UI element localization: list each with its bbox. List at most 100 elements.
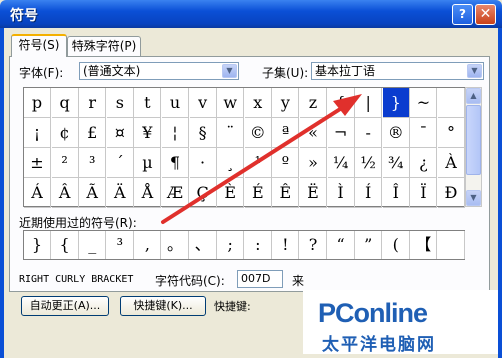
symbol-cell[interactable]: ¦ — [162, 118, 189, 148]
title-bar[interactable] — [0, 0, 502, 28]
symbol-cell[interactable]: Ì — [327, 178, 355, 208]
symbol-cell[interactable]: Á — [24, 178, 51, 208]
symbol-cell[interactable]: y — [272, 88, 300, 118]
recent-symbol-cell[interactable]: : — [245, 231, 272, 259]
chevron-down-icon[interactable]: ▼ — [222, 64, 237, 78]
symbol-cell[interactable]: ¼ — [327, 148, 355, 178]
recent-symbol-cell[interactable]: ? — [300, 231, 327, 259]
font-select[interactable]: (普通文本) ▼ — [79, 62, 239, 80]
symbol-cell[interactable]: ½ — [355, 148, 383, 178]
symbol-cell[interactable]: x — [244, 88, 272, 118]
symbol-cell[interactable]: À — [438, 148, 465, 178]
symbol-grid[interactable]: p q r s t u v w x y z{|} ~ ¡ ¢ £ ¤ ¥ ¦ § ¨ © ª «¬ - ® ¯ ° ± ² ³ ´ µ ¶ · ¸ ¹… — [23, 87, 465, 208]
chevron-down-icon[interactable]: ▼ — [467, 64, 482, 78]
symbol-cell[interactable]: º — [272, 148, 300, 178]
help-button[interactable]: ? — [452, 4, 473, 25]
symbol-cell[interactable]: Ä — [106, 178, 134, 208]
symbol-cell[interactable]: w — [217, 88, 245, 118]
symbol-cell[interactable]: ª — [272, 118, 300, 148]
symbol-cell[interactable]: ¿ — [410, 148, 438, 178]
recent-symbol-cell[interactable]: ³ — [107, 231, 134, 259]
recent-symbol-cell[interactable]: ( — [383, 231, 410, 259]
symbol-cell[interactable]: ° — [438, 118, 465, 148]
symbol-cell[interactable]: z — [300, 88, 327, 118]
grid-scrollbar[interactable]: ▲ ▼ — [465, 87, 482, 207]
symbol-cell[interactable]: µ — [134, 148, 162, 178]
symbol-cell[interactable]: Ã — [79, 178, 107, 208]
symbol-cell[interactable]: - — [355, 118, 383, 148]
symbol-cell[interactable]: · — [189, 148, 217, 178]
symbol-cell[interactable]: Ê — [272, 178, 300, 208]
scroll-up-icon[interactable]: ▲ — [466, 88, 481, 104]
scroll-thumb[interactable] — [466, 105, 481, 175]
recent-symbol-cell[interactable]: , — [134, 231, 162, 259]
symbol-cell[interactable]: ´ — [106, 148, 134, 178]
autocorrect-button[interactable]: 自动更正(A)... — [21, 296, 109, 316]
subset-select[interactable]: 基本拉丁语 ▼ — [311, 62, 484, 80]
symbol-cell[interactable]: s — [106, 88, 134, 118]
symbol-cell[interactable]: } — [382, 88, 410, 118]
recent-symbol-cell[interactable]: _ — [79, 231, 107, 259]
symbol-cell[interactable]: § — [189, 118, 217, 148]
symbol-cell[interactable]: Â — [51, 178, 79, 208]
tab-special-characters[interactable]: 特殊字符(P) — [67, 36, 141, 56]
symbol-cell[interactable]: { — [327, 88, 355, 118]
recent-symbol-cell[interactable] — [438, 231, 465, 259]
symbol-cell[interactable]: ¸ — [217, 148, 245, 178]
close-button[interactable]: ✕ — [475, 4, 496, 25]
symbol-cell[interactable]: ³ — [79, 148, 107, 178]
tab-symbols[interactable]: 符号(S) — [11, 34, 67, 57]
recent-symbol-cell[interactable]: ! — [272, 231, 300, 259]
symbol-cell[interactable]: u — [162, 88, 189, 118]
recent-symbols-row[interactable]: }{_ ³,。、;:!? “”(【 — [23, 230, 465, 260]
recent-symbol-cell[interactable]: ; — [217, 231, 245, 259]
symbol-cell[interactable]: Å — [134, 178, 162, 208]
symbol-cell[interactable]: ¢ — [51, 118, 79, 148]
symbol-cell[interactable]: ¤ — [106, 118, 134, 148]
symbol-cell[interactable]: | — [355, 88, 383, 118]
shortcut-key-button[interactable]: 快捷键(K)... — [120, 296, 206, 316]
recent-symbol-cell[interactable]: “ — [328, 231, 355, 259]
symbol-cell[interactable]: £ — [79, 118, 107, 148]
symbol-cell[interactable]: Ë — [300, 178, 327, 208]
symbol-cell[interactable]: Î — [382, 178, 410, 208]
symbol-cell[interactable]: ± — [24, 148, 51, 178]
symbol-cell[interactable]: È — [217, 178, 245, 208]
recent-symbol-cell[interactable]: } — [24, 231, 51, 259]
symbol-cell[interactable]: v — [189, 88, 217, 118]
symbol-cell[interactable]: » — [300, 148, 327, 178]
symbol-cell[interactable]: ¥ — [134, 118, 162, 148]
symbol-cell[interactable]: ~ — [410, 88, 438, 118]
symbol-cell[interactable]: © — [244, 118, 272, 148]
symbol-cell[interactable] — [438, 88, 465, 118]
symbol-cell[interactable]: Ï — [410, 178, 438, 208]
recent-symbol-cell[interactable]: { — [52, 231, 79, 259]
scroll-down-icon[interactable]: ▼ — [466, 190, 481, 206]
symbol-cell[interactable]: « — [300, 118, 327, 148]
symbol-cell[interactable]: Æ — [162, 178, 189, 208]
symbol-cell[interactable]: ¾ — [382, 148, 410, 178]
symbol-cell[interactable]: Ð — [438, 178, 465, 208]
symbol-cell[interactable]: Í — [355, 178, 383, 208]
symbol-cell[interactable]: ¶ — [162, 148, 189, 178]
char-code-input[interactable]: 007D — [237, 270, 283, 288]
symbol-cell[interactable]: É — [244, 178, 272, 208]
symbol-cell[interactable]: Ç — [189, 178, 217, 208]
symbol-cell[interactable]: ® — [382, 118, 410, 148]
recent-symbol-cell[interactable]: ” — [355, 231, 383, 259]
symbol-cell[interactable]: ¹ — [244, 148, 272, 178]
window-frame-left — [0, 28, 4, 358]
symbol-cell[interactable]: t — [134, 88, 162, 118]
symbol-cell[interactable]: ¡ — [24, 118, 51, 148]
recent-symbol-cell[interactable]: 【 — [410, 231, 438, 259]
symbol-cell[interactable]: ¯ — [410, 118, 438, 148]
symbol-cell[interactable]: ¨ — [217, 118, 245, 148]
symbol-cell[interactable]: q — [51, 88, 79, 118]
symbol-cell[interactable]: p — [24, 88, 51, 118]
symbol-cell[interactable]: ¬ — [327, 118, 355, 148]
recent-symbol-cell[interactable]: 。 — [162, 231, 189, 259]
shortcut-key-label: 快捷键: — [214, 300, 251, 313]
symbol-cell[interactable]: r — [79, 88, 107, 118]
symbol-cell[interactable]: ² — [51, 148, 79, 178]
recent-symbol-cell[interactable]: 、 — [190, 231, 217, 259]
